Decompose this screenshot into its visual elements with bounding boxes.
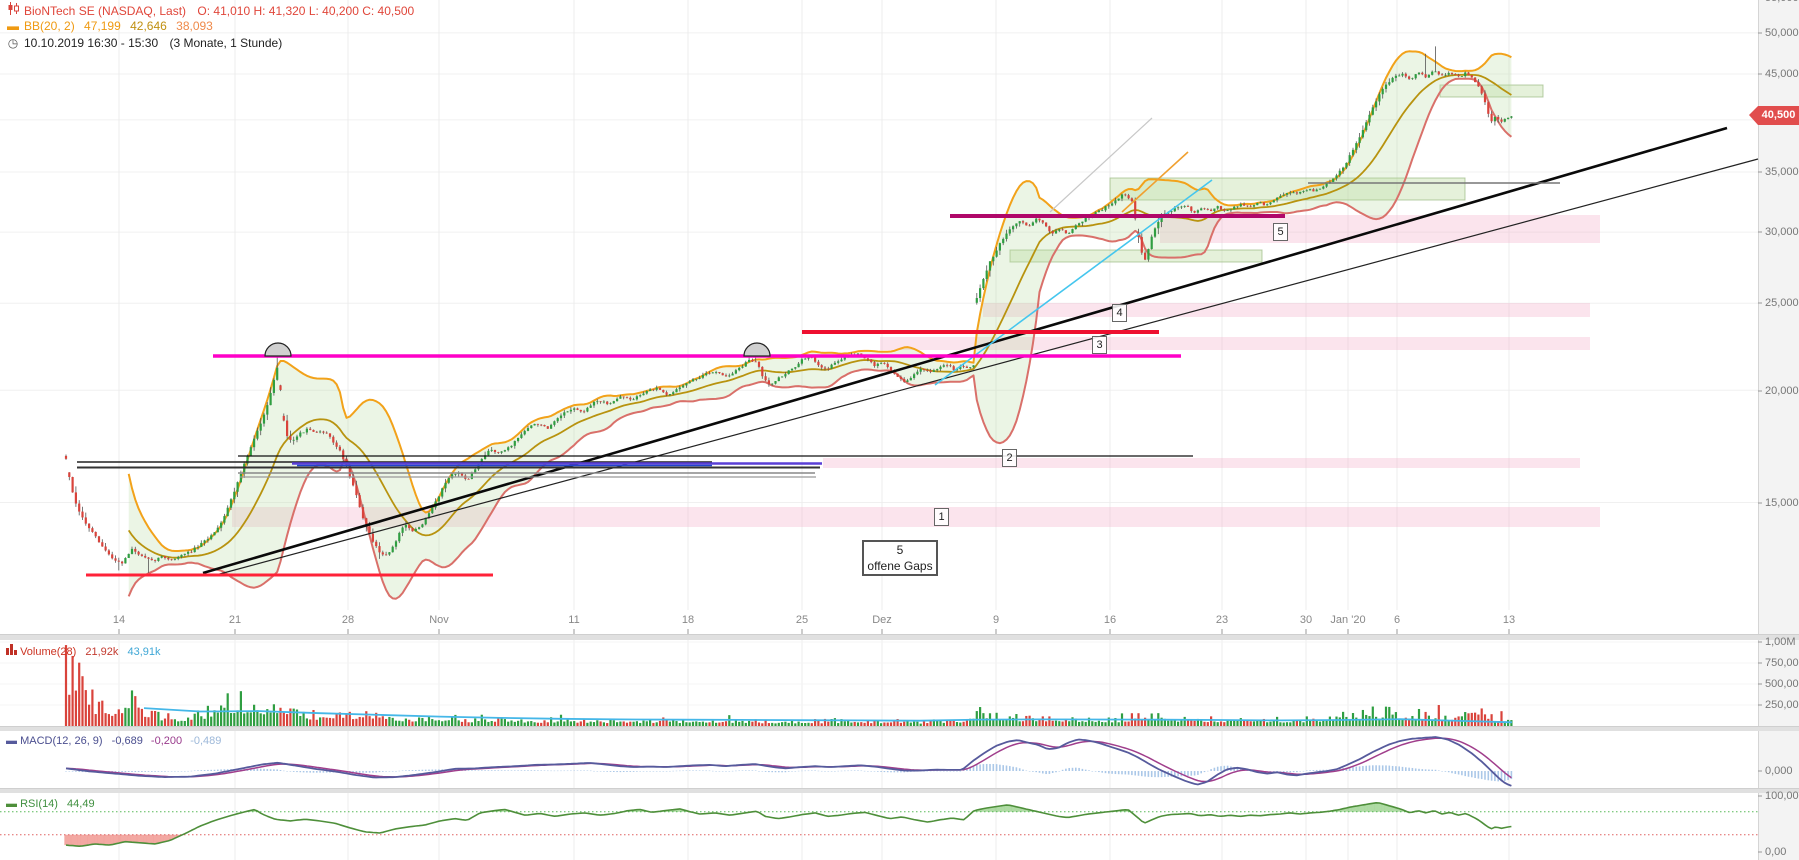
legend-row-instrument[interactable]: BioNTech SE (NASDAQ, Last) O: 41,010 H: …: [6, 2, 414, 19]
price-axis-label: 55,000: [1765, 0, 1799, 4]
date-axis-label: 25: [795, 614, 809, 626]
candlestick-icon: [6, 2, 20, 19]
chart-canvas[interactable]: [0, 0, 1799, 860]
price-axis-label: 15,000: [1765, 497, 1799, 509]
volume-bars-icon: [6, 644, 17, 658]
clock-icon: ◷: [7, 36, 19, 50]
date-axis-label: 28: [341, 614, 355, 626]
rsi-line-icon: ▬: [6, 798, 17, 810]
arc-marker[interactable]: [743, 342, 771, 357]
arc-marker[interactable]: [264, 342, 292, 357]
price-axis-label: 35,000: [1765, 166, 1799, 178]
rsi-header[interactable]: ▬ RSI(14) 44,49: [6, 797, 95, 811]
trend-line[interactable]: [202, 126, 1728, 575]
price-axis-label: 20,000: [1765, 385, 1799, 397]
instrument-title: BioNTech SE (NASDAQ, Last): [24, 4, 187, 18]
macd-value-2: -0,200: [150, 735, 183, 747]
gap-number-box[interactable]: 4: [1112, 304, 1127, 322]
date-axis-label: Dez: [872, 614, 892, 626]
price-tag-arrow: [1749, 106, 1758, 125]
macd-label: MACD(12, 26, 9): [20, 735, 103, 747]
macd-value-1: -0,689: [111, 735, 143, 747]
date-axis-label: 30: [1299, 614, 1313, 626]
price-axis-label: 50,000: [1765, 27, 1799, 39]
volume-series: [64, 645, 1513, 726]
time-range: 10.10.2019 16:30 - 15:30: [24, 36, 159, 50]
trading-chart-app: BioNTech SE (NASDAQ, Last) O: 41,010 H: …: [0, 0, 1799, 860]
gap-number-box[interactable]: 1: [934, 508, 949, 526]
macd-line-icon: ▬: [6, 735, 17, 747]
macd-axis-label: 0,000: [1765, 765, 1793, 777]
macd-value-3: -0,489: [190, 735, 222, 747]
price-axis-label: 45,000: [1765, 68, 1799, 80]
date-axis-label: 11: [568, 614, 580, 626]
gap-zone[interactable]: [823, 458, 1580, 468]
ohlc-values: O: 41,010 H: 41,320 L: 40,200 C: 40,500: [197, 4, 415, 18]
open-gaps-annotation[interactable]: 5 offene Gaps: [862, 540, 938, 576]
open-gaps-text: offene Gaps: [867, 559, 933, 573]
bb-label: BB(20, 2): [24, 19, 75, 33]
macd-header[interactable]: ▬ MACD(12, 26, 9) -0,689 -0,200 -0,489: [6, 734, 221, 748]
open-gaps-count: 5: [896, 543, 904, 557]
macd-series: [65, 736, 1513, 787]
volume-axis-label: 1,00M: [1765, 636, 1796, 648]
time-params: (3 Monate, 1 Stunde): [169, 36, 283, 50]
volume-axis-label: 750,00k: [1765, 657, 1799, 669]
gap-zone[interactable]: [983, 303, 1590, 317]
volume-ma-value: 43,91k: [127, 646, 161, 658]
date-axis-label: 21: [228, 614, 242, 626]
date-axis-label: Jan '20: [1330, 614, 1366, 626]
date-axis-label: Nov: [429, 614, 449, 626]
volume-axis-label: 500,00k: [1765, 678, 1799, 690]
gap-number-box[interactable]: 5: [1273, 223, 1288, 241]
volume-label: Volume(28): [20, 646, 77, 658]
bb-lower-value: 38,093: [176, 19, 213, 33]
bb-line-icon: ▬: [7, 19, 19, 33]
date-axis-label: 16: [1103, 614, 1117, 626]
volume-axis-label: 250,00k: [1765, 699, 1799, 711]
legend-row-bollinger[interactable]: ▬ BB(20, 2) 47,199 42,646 38,093: [6, 19, 213, 34]
price-axis-label: 25,000: [1765, 297, 1799, 309]
rsi-series: [0, 802, 1758, 847]
rsi-axis-label: 0,00: [1765, 846, 1787, 858]
gap-number-box[interactable]: 2: [1002, 449, 1017, 467]
volume-value: 21,92k: [85, 646, 119, 658]
legend-row-timeframe: ◷ 10.10.2019 16:30 - 15:30 (3 Monate, 1 S…: [6, 36, 282, 51]
last-price-tag: 40,500: [1758, 106, 1799, 125]
date-axis-label: 14: [112, 614, 126, 626]
date-axis-label: 6: [1393, 614, 1401, 626]
bb-upper-value: 47,199: [84, 19, 121, 33]
price-axis-label: 30,000: [1765, 226, 1799, 238]
rsi-value: 44,49: [67, 798, 95, 810]
rsi-label: RSI(14): [20, 798, 58, 810]
date-axis-label: 18: [681, 614, 695, 626]
bb-middle-value: 42,646: [130, 19, 167, 33]
gap-number-box[interactable]: 3: [1092, 336, 1107, 354]
rsi-axis-label: 100,00: [1765, 790, 1799, 802]
date-axis-label: 13: [1502, 614, 1516, 626]
date-axis-label: 23: [1215, 614, 1229, 626]
volume-header[interactable]: Volume(28) 21,92k 43,91k: [6, 644, 161, 659]
date-axis-label: 9: [992, 614, 1000, 626]
